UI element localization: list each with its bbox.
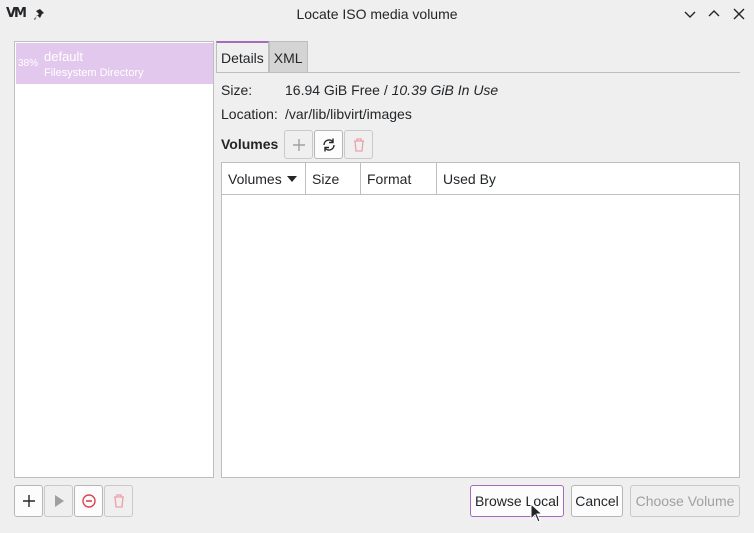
browse-local-button[interactable]: Browse Local bbox=[470, 485, 564, 517]
pool-usage-percent: 38% bbox=[18, 58, 39, 69]
size-value: 16.94 GiB Free / 10.39 GiB In Use bbox=[285, 82, 498, 98]
column-header-volumes[interactable]: Volumes bbox=[222, 163, 306, 195]
close-icon[interactable] bbox=[731, 6, 747, 22]
delete-pool-button[interactable] bbox=[104, 485, 133, 517]
minimize-icon[interactable] bbox=[682, 6, 698, 22]
location-label: Location: bbox=[221, 106, 278, 122]
add-pool-button[interactable] bbox=[14, 485, 43, 517]
column-label: Used By bbox=[443, 171, 496, 187]
tab-xml[interactable]: XML bbox=[268, 41, 308, 72]
add-volume-button[interactable] bbox=[284, 130, 313, 159]
table-header: Volumes Size Format Used By bbox=[222, 163, 739, 195]
stop-icon bbox=[81, 494, 96, 508]
tab-divider bbox=[216, 72, 740, 73]
window-title: Locate ISO media volume bbox=[296, 6, 458, 22]
storage-pool-list[interactable]: 38% default Filesystem Directory bbox=[14, 41, 214, 478]
cancel-button[interactable]: Cancel bbox=[571, 485, 623, 517]
stop-pool-button[interactable] bbox=[74, 485, 103, 517]
volumes-table[interactable]: Volumes Size Format Used By bbox=[221, 162, 740, 478]
refresh-icon bbox=[322, 138, 335, 151]
pool-list-item[interactable]: 38% default Filesystem Directory bbox=[16, 43, 213, 84]
play-icon bbox=[54, 495, 64, 507]
size-free: 16.94 GiB Free / bbox=[285, 82, 392, 98]
trash-icon bbox=[353, 137, 364, 152]
mouse-cursor-icon bbox=[530, 503, 544, 523]
trash-icon bbox=[113, 494, 124, 508]
tab-bar: Details XML bbox=[216, 41, 308, 73]
plus-icon bbox=[22, 495, 35, 507]
volumes-heading: Volumes bbox=[221, 136, 279, 152]
delete-volume-button[interactable] bbox=[344, 130, 373, 159]
location-value: /var/lib/libvirt/images bbox=[285, 106, 412, 122]
size-label: Size: bbox=[221, 82, 253, 98]
column-header-used-by[interactable]: Used By bbox=[437, 163, 739, 195]
title-bar: VM Locate ISO media volume bbox=[0, 0, 754, 28]
tab-details[interactable]: Details bbox=[216, 41, 269, 72]
plus-icon bbox=[292, 138, 305, 151]
column-header-format[interactable]: Format bbox=[361, 163, 437, 195]
refresh-volumes-button[interactable] bbox=[314, 130, 343, 159]
column-label: Format bbox=[367, 171, 412, 187]
pool-type: Filesystem Directory bbox=[44, 67, 144, 79]
column-label: Size bbox=[312, 171, 340, 187]
maximize-icon[interactable] bbox=[706, 6, 722, 22]
column-header-size[interactable]: Size bbox=[306, 163, 361, 195]
size-in-use: 10.39 GiB In Use bbox=[391, 82, 499, 98]
pool-name: default bbox=[44, 49, 84, 64]
column-label: Volumes bbox=[228, 171, 282, 187]
start-pool-button[interactable] bbox=[44, 485, 73, 517]
sort-descending-icon bbox=[287, 176, 297, 182]
choose-volume-button[interactable]: Choose Volume bbox=[630, 485, 740, 517]
